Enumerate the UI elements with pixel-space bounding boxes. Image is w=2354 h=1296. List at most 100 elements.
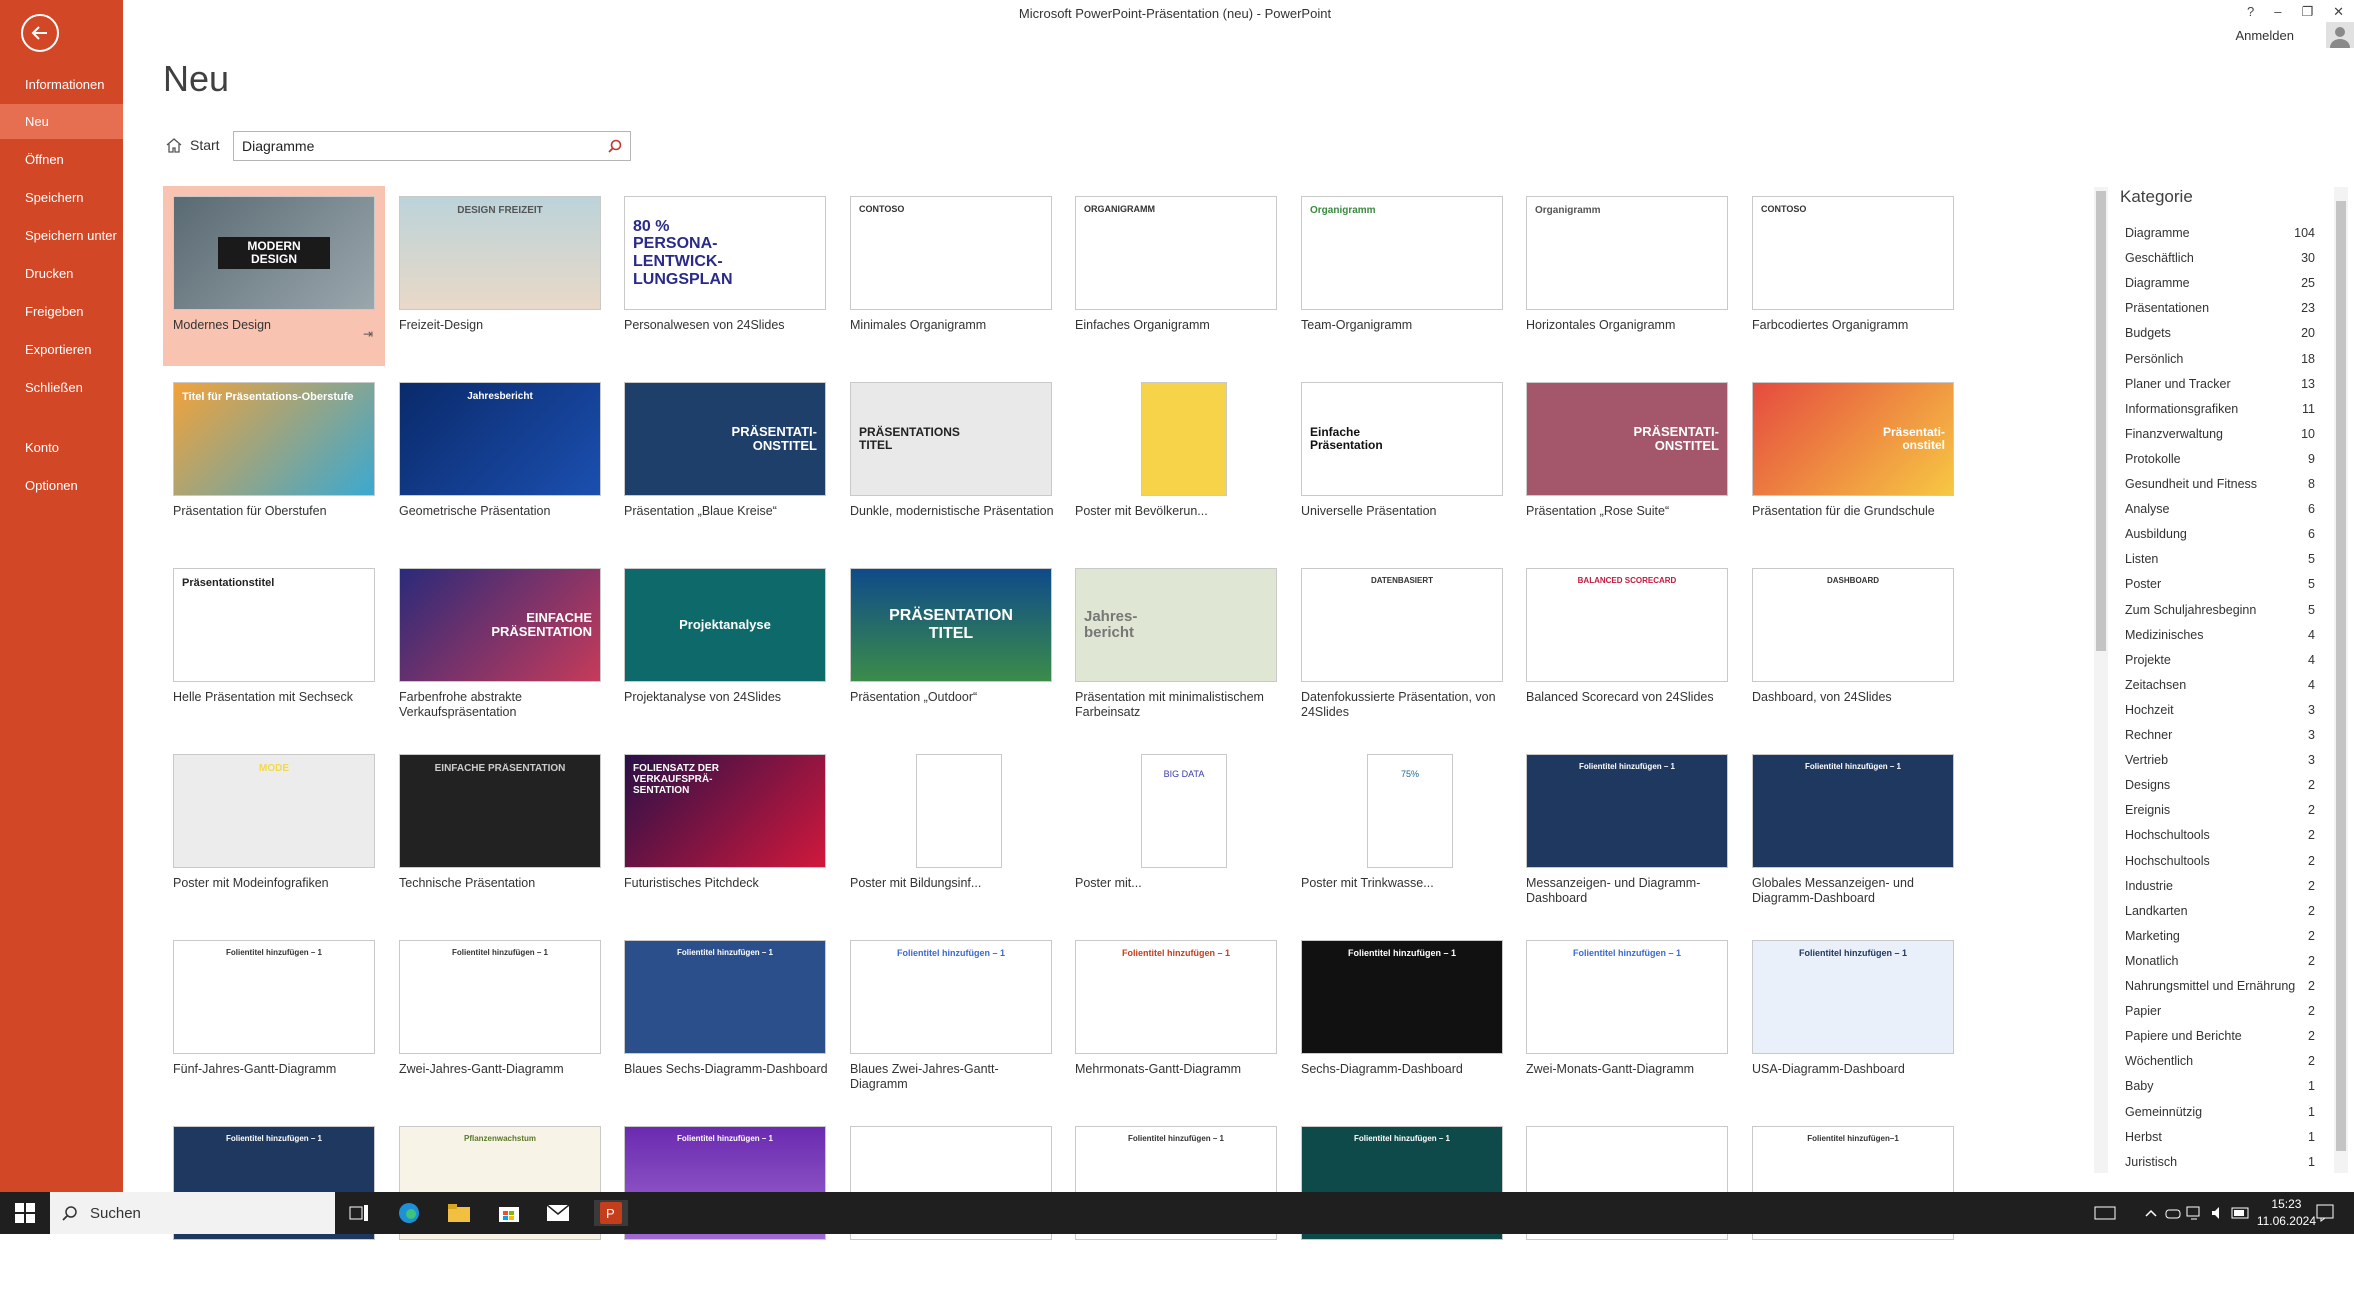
windows-start-icon[interactable] — [12, 1200, 38, 1226]
network-icon[interactable] — [2182, 1200, 2208, 1226]
template-tile[interactable]: Jahres- bericht Präsentation mit minimali… — [1065, 558, 1287, 738]
template-thumbnail[interactable]: 80 % PERSONA- LENTWICK- LUNGSPLAN — [624, 196, 826, 310]
template-tile[interactable]: Jahresbericht Geometrische Präsentation — [389, 372, 611, 552]
category-item[interactable]: Ausbildung 6 — [2125, 527, 2315, 545]
template-tile[interactable]: EINFACHE PRÄSENTATION Technische Präsenta… — [389, 744, 611, 924]
template-tile[interactable]: MODERN DESIGN Modernes Design ⇥ — [163, 186, 385, 366]
nav-schliessen[interactable]: Schließen — [0, 370, 123, 405]
template-tile[interactable]: PRÄSENTATIONS TITEL Dunkle, modernistisch… — [840, 372, 1062, 552]
template-thumbnail[interactable]: PRÄSENTATIONS TITEL — [850, 382, 1052, 496]
category-item[interactable]: Listen 5 — [2125, 552, 2315, 570]
template-thumbnail[interactable]: CONTOSO — [850, 196, 1052, 310]
category-item[interactable]: Zeitachsen 4 — [2125, 678, 2315, 696]
category-item[interactable]: Monatlich 2 — [2125, 954, 2315, 972]
category-item[interactable]: Diagramme 25 — [2125, 276, 2315, 294]
category-item[interactable]: Baby 1 — [2125, 1079, 2315, 1097]
category-item[interactable]: Hochschultools 2 — [2125, 828, 2315, 846]
nav-optionen[interactable]: Optionen — [0, 468, 123, 503]
template-thumbnail[interactable]: PRÄSENTATI- ONSTITEL — [624, 382, 826, 496]
restore-icon[interactable]: ❐ — [2301, 4, 2313, 20]
template-thumbnail[interactable] — [850, 754, 1052, 868]
gallery-scrollbar[interactable] — [2094, 187, 2108, 1173]
template-tile[interactable]: Folientitel hinzufügen – 1 Blaues Zwei-Ja… — [840, 930, 1062, 1110]
category-item[interactable]: Herbst 1 — [2125, 1130, 2315, 1148]
template-thumbnail[interactable]: Folientitel hinzufügen – 1 — [1752, 940, 1954, 1054]
template-thumbnail[interactable]: PRÄSENTATI- ONSTITEL — [1526, 382, 1728, 496]
template-tile[interactable]: DATENBASIERT Datenfokussierte Präsentatio… — [1291, 558, 1513, 738]
template-tile[interactable]: 75% Poster mit Trinkwasse... — [1291, 744, 1513, 924]
keyboard-icon[interactable] — [2092, 1200, 2118, 1226]
template-thumbnail[interactable]: Folientitel hinzufügen – 1 — [624, 940, 826, 1054]
category-item[interactable]: Papier 2 — [2125, 1004, 2315, 1022]
category-item[interactable]: Diagramme 104 — [2125, 226, 2315, 244]
gallery-scroll-thumb[interactable] — [2096, 191, 2106, 651]
template-tile[interactable]: PRÄSENTATI- ONSTITEL Präsentation „Blaue … — [614, 372, 836, 552]
template-tile[interactable]: Folientitel hinzufügen – 1 Fünf-Jahres-Ga… — [163, 930, 385, 1110]
category-item[interactable]: Protokolle 9 — [2125, 452, 2315, 470]
template-tile[interactable]: Folientitel hinzufügen – 1 Zwei-Monats-Ga… — [1516, 930, 1738, 1110]
template-tile[interactable]: Poster mit Bevölkerun... — [1065, 372, 1287, 552]
template-tile[interactable]: PRÄSENTATION TITEL Präsentation „Outdoor“ — [840, 558, 1062, 738]
template-thumbnail[interactable]: MODERN DESIGN — [173, 196, 375, 310]
template-thumbnail[interactable]: Folientitel hinzufügen – 1 — [1301, 940, 1503, 1054]
template-tile[interactable]: Folientitel hinzufügen – 1 USA-Diagramm-D… — [1742, 930, 1964, 1110]
template-thumbnail[interactable]: EINFACHE PRÄSENTATION — [399, 568, 601, 682]
nav-drucken[interactable]: Drucken — [0, 256, 123, 291]
template-thumbnail[interactable]: MODE — [173, 754, 375, 868]
category-item[interactable]: Persönlich 18 — [2125, 352, 2315, 370]
search-input[interactable] — [242, 138, 608, 154]
template-tile[interactable]: Poster mit Bildungsinf... — [840, 744, 1062, 924]
back-button[interactable] — [21, 14, 59, 52]
template-thumbnail[interactable]: Präsentati- onstitel — [1752, 382, 1954, 496]
template-tile[interactable]: DESIGN FREIZEIT Freizeit-Design — [389, 186, 611, 366]
help-icon[interactable]: ? — [2247, 4, 2254, 20]
template-thumbnail[interactable]: Folientitel hinzufügen – 1 — [1526, 940, 1728, 1054]
template-tile[interactable]: Projektanalyse Projektanalyse von 24Slide… — [614, 558, 836, 738]
template-thumbnail[interactable]: Präsentationstitel — [173, 568, 375, 682]
template-tile[interactable]: Präsentationstitel Helle Präsentation mit… — [163, 558, 385, 738]
category-item[interactable]: Budgets 20 — [2125, 326, 2315, 344]
category-item[interactable]: Marketing 2 — [2125, 929, 2315, 947]
category-item[interactable]: Rechner 3 — [2125, 728, 2315, 746]
nav-speichern[interactable]: Speichern — [0, 180, 123, 215]
template-tile[interactable]: Folientitel hinzufügen – 1 Blaues Sechs-D… — [614, 930, 836, 1110]
template-thumbnail[interactable]: Folientitel hinzufügen – 1 — [1752, 754, 1954, 868]
nav-oeffnen[interactable]: Öffnen — [0, 142, 123, 177]
taskbar-search[interactable]: Suchen — [50, 1192, 335, 1234]
signin-link[interactable]: Anmelden — [2235, 28, 2294, 43]
close-icon[interactable]: ✕ — [2333, 4, 2344, 20]
category-item[interactable]: Finanzverwaltung 10 — [2125, 427, 2315, 445]
template-thumbnail[interactable]: DATENBASIERT — [1301, 568, 1503, 682]
template-tile[interactable]: DASHBOARD Dashboard, von 24Slides — [1742, 558, 1964, 738]
file-explorer-icon[interactable] — [446, 1200, 472, 1226]
template-tile[interactable]: Folientitel hinzufügen – 1 Mehrmonats-Gan… — [1065, 930, 1287, 1110]
nav-exportieren[interactable]: Exportieren — [0, 332, 123, 367]
template-tile[interactable]: Präsentati- onstitel Präsentation für die… — [1742, 372, 1964, 552]
template-thumbnail[interactable]: FOLIENSATZ DER VERKAUFSPRÄ- SENTATION — [624, 754, 826, 868]
template-tile[interactable]: PRÄSENTATI- ONSTITEL Präsentation „Rose S… — [1516, 372, 1738, 552]
category-item[interactable]: Planer und Tracker 13 — [2125, 377, 2315, 395]
category-item[interactable]: Hochzeit 3 — [2125, 703, 2315, 721]
category-item[interactable]: Ereignis 2 — [2125, 803, 2315, 821]
category-item[interactable]: Projekte 4 — [2125, 653, 2315, 671]
template-tile[interactable]: BIG DATA Poster mit... — [1065, 744, 1287, 924]
category-item[interactable]: Juristisch 1 — [2125, 1155, 2315, 1173]
taskbar-clock[interactable]: 15:23 11.06.2024 — [2257, 1196, 2316, 1230]
template-thumbnail[interactable]: Organigramm — [1526, 196, 1728, 310]
nav-konto[interactable]: Konto — [0, 430, 123, 465]
template-thumbnail[interactable]: DESIGN FREIZEIT — [399, 196, 601, 310]
category-item[interactable]: Landkarten 2 — [2125, 904, 2315, 922]
nav-speichern-unter[interactable]: Speichern unter — [0, 218, 123, 253]
notification-icon[interactable] — [2312, 1200, 2338, 1226]
template-tile[interactable]: CONTOSO Minimales Organigramm — [840, 186, 1062, 366]
template-thumbnail[interactable] — [1075, 382, 1277, 496]
pin-icon[interactable]: ⇥ — [363, 327, 373, 341]
category-scrollbar[interactable] — [2334, 187, 2348, 1173]
template-thumbnail[interactable]: Jahres- bericht — [1075, 568, 1277, 682]
template-thumbnail[interactable]: Folientitel hinzufügen – 1 — [1526, 754, 1728, 868]
category-item[interactable]: Vertrieb 3 — [2125, 753, 2315, 771]
template-thumbnail[interactable]: Folientitel hinzufügen – 1 — [399, 940, 601, 1054]
store-icon[interactable] — [496, 1200, 522, 1226]
template-thumbnail[interactable]: DASHBOARD — [1752, 568, 1954, 682]
template-thumbnail[interactable]: Organigramm — [1301, 196, 1503, 310]
